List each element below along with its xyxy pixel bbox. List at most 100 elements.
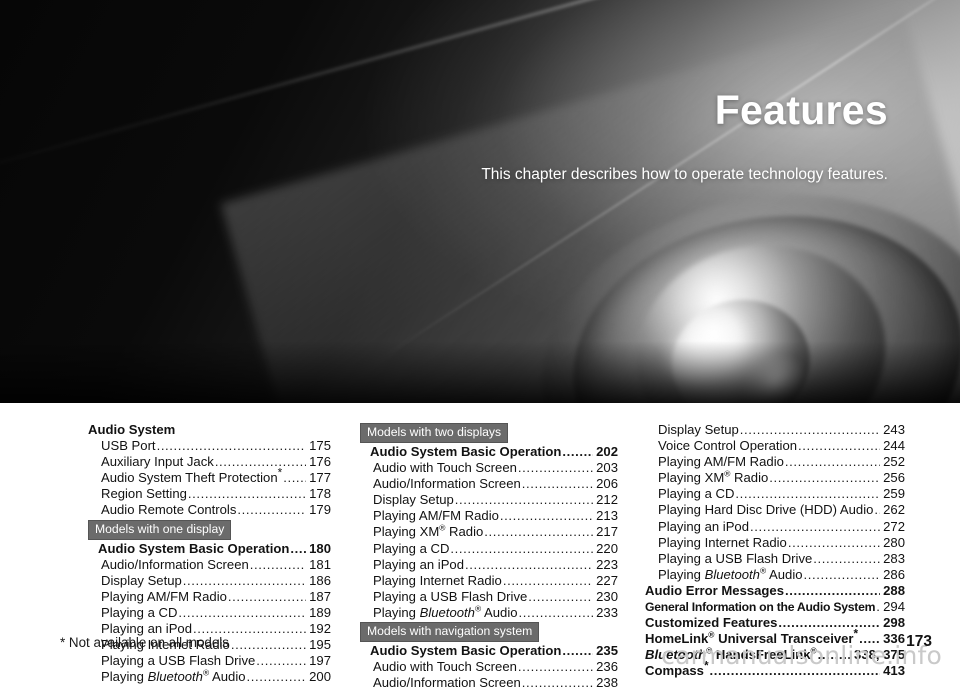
toc-entry[interactable]: Audio System Basic Operation............… [88, 541, 331, 557]
toc-entry-label: Playing Internet Radio [373, 572, 502, 588]
toc-entry-label: Playing Bluetooth® Audio [101, 667, 246, 685]
toc-entry-page: 192 [309, 621, 331, 637]
toc-leader-dots: ........................................… [283, 470, 306, 486]
toc-entry-label: Playing Bluetooth® Audio [658, 565, 803, 582]
toc-entry-page: 203 [596, 460, 618, 476]
toc-entry[interactable]: Audio Remote Controls...................… [88, 502, 331, 518]
toc-entry-page: 243 [883, 422, 905, 437]
toc-entry-label: Auxiliary Input Jack [101, 454, 214, 470]
toc-leader-dots: ........................................… [237, 502, 306, 518]
toc-entry[interactable]: Voice Control Operation.................… [645, 438, 905, 454]
toc-leader-dots: ........................................… [739, 422, 880, 437]
toc-entry-label: Audio with Touch Screen [373, 460, 517, 476]
toc-entry-label: Playing AM/FM Radio [658, 454, 784, 470]
toc-entry[interactable]: Auxiliary Input Jack....................… [88, 454, 331, 470]
toc-leader-dots: ........................................… [182, 572, 306, 588]
toc-entry[interactable]: Playing a CD............................… [88, 605, 331, 621]
toc-entry-page: 195 [309, 637, 331, 653]
toc-leader-dots: ........................................… [778, 615, 881, 631]
model-badge: Models with two displays [360, 423, 509, 443]
toc-entry[interactable]: Playing Hard Disc Drive (HDD) Audio.....… [645, 502, 905, 518]
toc-entry-page: 175 [309, 438, 331, 454]
toc-section-heading: Audio System [88, 422, 176, 437]
toc-leader-dots: ........................................… [769, 470, 880, 486]
toc-entry-label: Audio System Basic Operation [370, 643, 562, 659]
toc-entry[interactable]: Playing a CD............................… [360, 541, 618, 557]
toc-entry[interactable]: Audio with Touch Screen.................… [360, 460, 618, 476]
toc-entry-page: 280 [883, 534, 905, 550]
toc-entry[interactable]: Playing XM® Radio.......................… [645, 470, 905, 486]
toc-entry-page: 262 [883, 502, 905, 518]
toc-leader-dots: ........................................… [798, 438, 880, 454]
toc-entry-page: 202 [596, 444, 618, 459]
toc-entry-page: 236 [596, 659, 618, 675]
toc-entry[interactable]: Display Setup...........................… [645, 422, 905, 438]
toc-leader-dots: ........................................… [502, 572, 594, 588]
toc-entry[interactable]: Playing XM® Radio.......................… [360, 524, 618, 540]
toc-entry[interactable]: Audio with Touch Screen.................… [360, 659, 618, 675]
toc-entry[interactable]: USB Port................................… [88, 438, 331, 454]
toc-entry[interactable]: Playing an iPod.........................… [645, 519, 905, 535]
toc-entry-page: 197 [309, 653, 331, 669]
toc-entry[interactable]: Playing Bluetooth® Audio................… [360, 604, 618, 621]
hero-bottom-shadow [0, 341, 960, 403]
toc-entry-label: Display Setup [101, 572, 182, 588]
toc-entry[interactable]: Display Setup...........................… [88, 573, 331, 589]
toc-entry[interactable]: Playing a USB Flash Drive...............… [88, 653, 331, 669]
toc-entry[interactable]: Audio/Information Screen................… [88, 557, 331, 573]
toc-entry-label: Playing a CD [101, 604, 178, 620]
toc-entry[interactable]: Playing AM/FM Radio.....................… [645, 454, 905, 470]
toc-entry[interactable]: Region Setting..........................… [88, 486, 331, 502]
toc-entry-page: 233 [596, 604, 618, 620]
toc-entry[interactable]: Playing AM/FM Radio.....................… [88, 589, 331, 605]
toc-entry-page: 244 [883, 438, 905, 454]
toc-entry[interactable]: Playing a USB Flash Drive...............… [645, 551, 905, 567]
toc-entry[interactable]: Audio System Basic Operation............… [360, 643, 618, 659]
page-subtitle: This chapter describes how to operate te… [481, 166, 888, 183]
toc-entry-label: Playing an iPod [373, 556, 464, 572]
toc-entry-label: Playing XM® Radio [658, 468, 769, 486]
toc-leader-dots: ........................................… [876, 599, 881, 615]
toc-entry-page: 288 [883, 582, 905, 598]
toc-entry[interactable]: Playing Internet Radio..................… [645, 535, 905, 551]
toc-entry[interactable]: Customized Features.....................… [645, 615, 905, 631]
toc-entry-page: 181 [309, 556, 331, 572]
toc-entry[interactable]: Playing an iPod.........................… [360, 557, 618, 573]
toc-entry-page: 200 [309, 669, 331, 685]
toc-entry-label: Audio/Information Screen [101, 556, 249, 572]
toc-leader-dots: ........................................… [187, 486, 306, 502]
toc-entry[interactable]: Audio System Basic Operation............… [360, 444, 618, 460]
toc-entry-page: 217 [596, 524, 618, 540]
toc-entry[interactable]: Audio System Theft Protection*..........… [88, 468, 331, 486]
toc-entry-label: Playing Internet Radio [658, 534, 787, 550]
toc-entry[interactable]: Playing a USB Flash Drive...............… [360, 589, 618, 605]
toc-entry[interactable]: Playing AM/FM Radio.....................… [360, 508, 618, 524]
toc-leader-dots: ........................................… [499, 508, 594, 524]
toc-leader-dots: ........................................… [465, 556, 593, 572]
toc-leader-dots: ........................................… [784, 582, 880, 598]
toc-leader-dots: ........................................… [227, 588, 306, 604]
toc-leader-dots: ........................................… [517, 659, 593, 675]
toc-entry[interactable]: Playing Bluetooth® Audio................… [645, 565, 905, 583]
toc-entry[interactable]: Playing a CD............................… [645, 486, 905, 502]
toc-entry[interactable]: Audio Error Messages....................… [645, 583, 905, 599]
toc-entry[interactable]: Display Setup...........................… [360, 492, 618, 508]
toc-entry-page: 186 [309, 572, 331, 588]
toc-entry-label: Audio Remote Controls [101, 502, 237, 518]
toc-leader-dots: ........................................… [803, 566, 881, 582]
toc-entry-label: Playing a CD [658, 486, 735, 502]
toc-entry[interactable]: General Information on the Audio System.… [645, 599, 905, 615]
toc-entry-page: 227 [596, 572, 618, 588]
toc-entry[interactable]: Audio/Information Screen................… [360, 476, 618, 492]
toc-entry-page: 213 [596, 508, 618, 524]
toc-entry[interactable]: Playing Internet Radio..................… [360, 573, 618, 589]
toc-entry-page: 286 [883, 566, 905, 582]
toc-leader-dots: ........................................… [230, 637, 306, 653]
toc-entry-label: Audio Error Messages [645, 582, 784, 598]
toc-leader-dots: ........................................… [562, 643, 593, 659]
toc-entry-label: Display Setup [658, 422, 739, 437]
toc-entry[interactable]: Playing Bluetooth® Audio................… [88, 669, 331, 685]
toc-entry-label: Audio System Basic Operation [370, 444, 562, 459]
toc-column-2: Models with two displays Audio System Bas… [360, 422, 618, 691]
table-of-contents: Audio System USB Port....................… [0, 403, 960, 690]
